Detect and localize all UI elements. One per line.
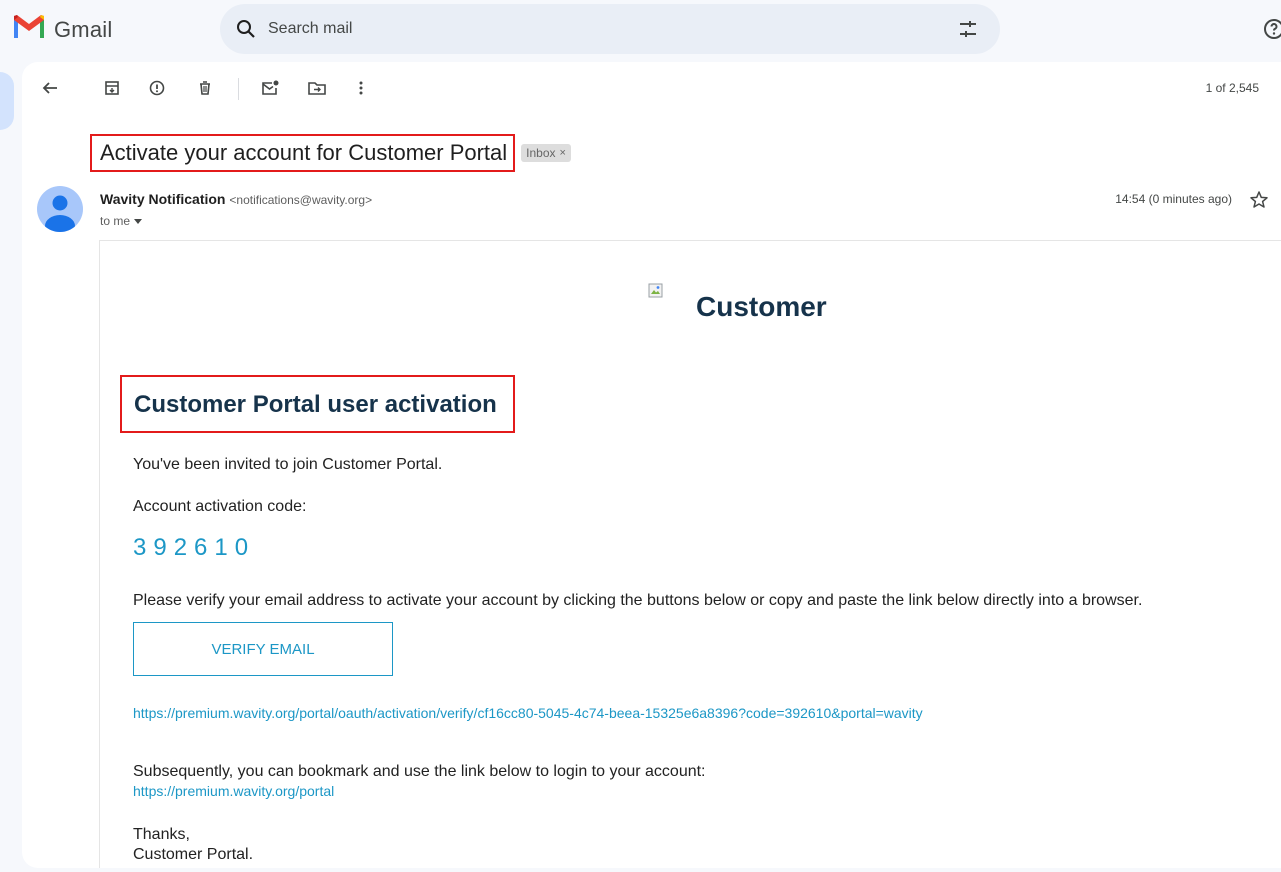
message-time: 14:54 (0 minutes ago) bbox=[1115, 192, 1232, 206]
archive-icon[interactable] bbox=[100, 76, 124, 100]
mark-unread-icon[interactable] bbox=[258, 76, 282, 100]
label-text: Inbox bbox=[526, 146, 556, 160]
more-options-icon[interactable] bbox=[349, 76, 373, 100]
back-icon[interactable] bbox=[38, 76, 62, 100]
gmail-m-icon bbox=[12, 14, 46, 45]
top-bar: Gmail Search mail bbox=[0, 0, 1281, 58]
message-view: 1 of 2,545 Activate your account for Cus… bbox=[22, 62, 1281, 868]
recipient-details[interactable]: to me bbox=[100, 214, 143, 228]
sender-line: Wavity Notification <notifications@wavit… bbox=[100, 191, 372, 207]
gmail-logo[interactable]: Gmail bbox=[12, 14, 112, 45]
search-options-icon[interactable] bbox=[956, 17, 980, 41]
caret-down-icon[interactable] bbox=[134, 214, 143, 228]
email-body: Customer Customer Portal user activation… bbox=[99, 240, 1281, 868]
invite-text: You've been invited to join Customer Por… bbox=[133, 456, 443, 473]
sender-avatar[interactable] bbox=[37, 186, 83, 232]
verify-instructions: Please verify your email address to acti… bbox=[133, 592, 1143, 609]
verify-email-button[interactable]: VERIFY EMAIL bbox=[133, 622, 393, 676]
message-counter: 1 of 2,545 bbox=[1205, 81, 1259, 95]
email-heading: Customer Portal user activation bbox=[134, 391, 497, 418]
recipient-text: to me bbox=[100, 214, 131, 228]
brand-name: Customer bbox=[696, 291, 827, 322]
search-input[interactable]: Search mail bbox=[268, 20, 352, 38]
inbox-label-chip[interactable]: Inbox × bbox=[521, 144, 571, 162]
message-toolbar: 1 of 2,545 bbox=[22, 62, 1281, 114]
report-spam-icon[interactable] bbox=[145, 76, 169, 100]
code-label: Account activation code: bbox=[133, 498, 307, 515]
toolbar-divider bbox=[238, 78, 239, 100]
thanks-text: Thanks, bbox=[133, 826, 190, 843]
message-subject: Activate your account for Customer Porta… bbox=[100, 140, 508, 165]
delete-icon[interactable] bbox=[193, 76, 217, 100]
verify-link[interactable]: https://premium.wavity.org/portal/oauth/… bbox=[133, 705, 923, 721]
sender-email: <notifications@wavity.org> bbox=[229, 193, 373, 207]
activation-code: 392610 bbox=[133, 534, 256, 561]
subject-row: Activate your account for Customer Porta… bbox=[90, 128, 571, 178]
sender-name[interactable]: Wavity Notification bbox=[100, 191, 226, 207]
heading-highlight-box: Customer Portal user activation bbox=[120, 375, 515, 433]
broken-image-icon bbox=[648, 283, 666, 301]
bookmark-text: Subsequently, you can bookmark and use t… bbox=[133, 763, 706, 780]
search-bar[interactable]: Search mail bbox=[220, 4, 1000, 54]
brand-header: Customer bbox=[648, 283, 827, 323]
help-icon[interactable] bbox=[1262, 17, 1281, 41]
subject-highlight-box: Activate your account for Customer Porta… bbox=[90, 134, 516, 172]
signature-text: Customer Portal. bbox=[133, 846, 254, 863]
remove-label-icon[interactable]: × bbox=[560, 147, 566, 159]
star-icon[interactable] bbox=[1249, 190, 1271, 212]
app-name: Gmail bbox=[54, 16, 113, 42]
move-to-icon[interactable] bbox=[305, 76, 329, 100]
portal-link[interactable]: https://premium.wavity.org/portal bbox=[133, 783, 334, 799]
nav-rail-indicator[interactable] bbox=[0, 72, 14, 130]
search-icon[interactable] bbox=[234, 17, 258, 41]
